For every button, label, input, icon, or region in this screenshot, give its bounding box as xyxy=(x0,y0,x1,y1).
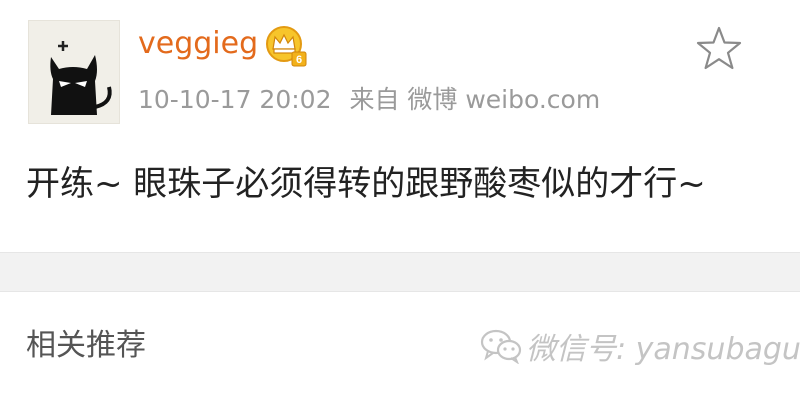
post-body-text: 开练~ 眼珠子必须得转的跟野酸枣似的才行~ xyxy=(26,164,706,204)
post-source[interactable]: 来自 微博 weibo.com xyxy=(349,85,600,114)
watermark-text: 微信号: yansubagua xyxy=(526,332,800,367)
username-link[interactable]: veggieg xyxy=(138,24,258,64)
crown-vip-badge-icon[interactable]: 6 xyxy=(264,24,308,68)
wechat-watermark: 微信号: yansubagua xyxy=(480,326,800,367)
related-section: 相关推荐 微信号: yansubagua xyxy=(0,292,800,400)
post-meta: 10-10-17 20:02 来自 微博 weibo.com xyxy=(138,82,610,118)
black-cat-avatar-icon xyxy=(50,41,112,115)
badge-level: 6 xyxy=(296,54,302,66)
post-date: 10-10-17 20:02 xyxy=(138,85,332,114)
star-outline-icon[interactable] xyxy=(694,24,744,74)
section-divider xyxy=(0,252,800,292)
weibo-post-card: veggieg 6 10-10-17 20:02 来自 微博 weibo.com… xyxy=(0,0,800,252)
wechat-icon xyxy=(480,329,522,364)
avatar[interactable] xyxy=(28,20,120,124)
related-title[interactable]: 相关推荐 xyxy=(26,326,146,366)
